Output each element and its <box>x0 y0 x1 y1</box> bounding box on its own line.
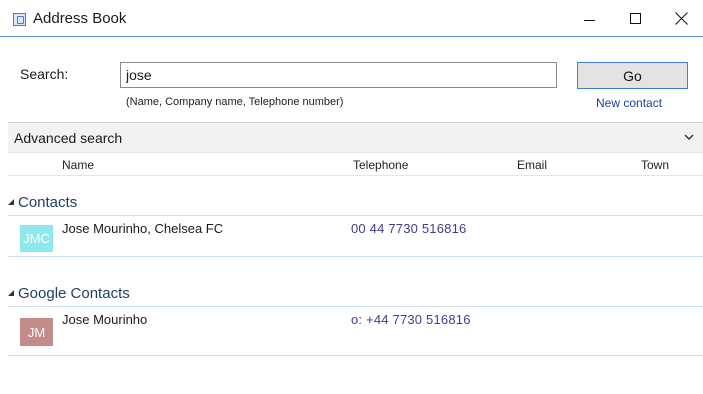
contact-telephone: 00 44 7730 516816 <box>351 221 467 236</box>
title-bar: Address Book <box>0 0 703 37</box>
close-button[interactable] <box>658 0 703 36</box>
group-header-google-contacts[interactable]: Google Contacts <box>8 281 703 307</box>
search-input[interactable] <box>120 62 557 88</box>
group-title: Google Contacts <box>18 285 130 302</box>
column-header-name[interactable]: Name <box>62 158 94 172</box>
column-header-town[interactable]: Town <box>641 158 669 172</box>
group-title: Contacts <box>18 194 78 211</box>
search-hint: (Name, Company name, Telephone number) <box>126 96 344 108</box>
collapse-arrow-icon <box>8 290 14 296</box>
close-icon <box>675 12 688 25</box>
maximize-button[interactable] <box>612 0 658 36</box>
avatar: JMC <box>20 225 53 252</box>
address-book-icon <box>13 13 26 26</box>
go-button[interactable]: Go <box>577 62 688 89</box>
chevron-down-icon <box>684 134 694 140</box>
column-header-email[interactable]: Email <box>517 158 547 172</box>
contact-name: Jose Mourinho, Chelsea FC <box>62 221 224 236</box>
contact-telephone: o: +44 7730 516816 <box>351 312 471 327</box>
group-header-contacts[interactable]: Contacts <box>8 190 703 216</box>
collapse-arrow-icon <box>8 199 14 205</box>
minimize-icon <box>583 19 595 21</box>
column-header-telephone[interactable]: Telephone <box>353 158 408 172</box>
advanced-search-label: Advanced search <box>14 130 123 146</box>
minimize-button[interactable] <box>566 0 612 36</box>
avatar: JM <box>20 318 53 346</box>
list-item[interactable]: JM Jose Mourinho o: +44 7730 516816 <box>8 308 703 356</box>
column-header-row: Name Telephone Email Town <box>8 152 703 176</box>
list-item[interactable]: JMC Jose Mourinho, Chelsea FC 00 44 7730… <box>8 217 703 257</box>
maximize-icon <box>629 12 641 24</box>
advanced-search-expander[interactable]: Advanced search <box>8 122 703 152</box>
search-label: Search: <box>20 66 69 82</box>
contact-name: Jose Mourinho <box>62 312 148 327</box>
new-contact-link[interactable]: New contact <box>596 96 662 110</box>
window-title: Address Book <box>33 10 127 27</box>
